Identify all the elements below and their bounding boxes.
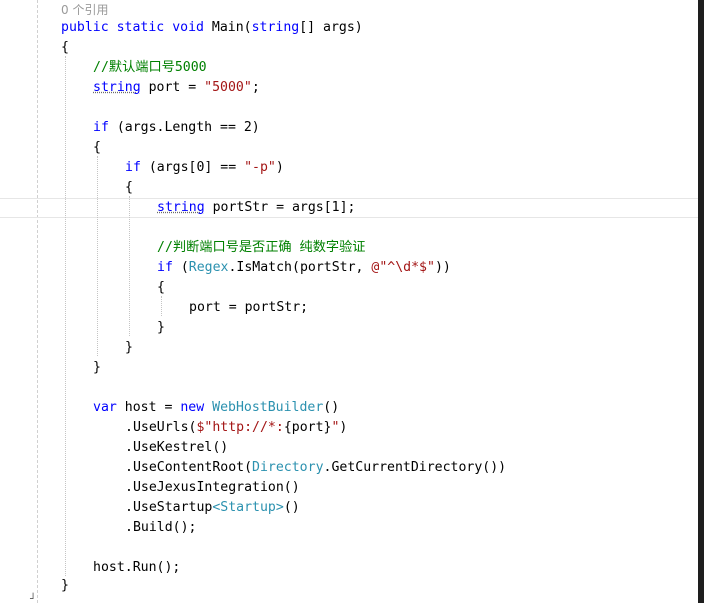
code-comment-check-port[interactable]: //判断端口号是否正确 纯数字验证	[157, 238, 365, 258]
code-text: (args[0] ==	[140, 160, 245, 175]
code-text: [] args)	[299, 20, 363, 35]
collapse-indicator-icon: ┘	[30, 594, 37, 605]
code-line-use-startup[interactable]: .UseStartup<Startup>()	[125, 498, 300, 518]
type-name: WebHostBuilder	[204, 400, 324, 415]
code-line-main-signature[interactable]: public static void Main(string[] args)	[61, 18, 363, 38]
code-line-close-brace-3[interactable]: }	[125, 338, 133, 358]
code-text: .UseContentRoot(	[125, 460, 253, 475]
indent-guide	[129, 196, 130, 336]
string-literal: "-p"	[244, 160, 276, 175]
code-line-close-brace-1[interactable]: }	[61, 576, 69, 596]
code-text: .GetCurrentDirectory())	[323, 460, 507, 475]
string-literal: "5000"	[204, 80, 252, 95]
code-line-open-brace-1[interactable]: {	[61, 38, 69, 58]
code-text: host =	[116, 400, 181, 415]
code-line-open-brace-3[interactable]: {	[125, 178, 133, 198]
code-line-build[interactable]: .Build();	[125, 518, 196, 538]
codelens-references[interactable]: 0 个引用	[61, 0, 108, 20]
method-name: Main(	[203, 20, 252, 35]
type-name: Regex	[188, 260, 229, 275]
code-line-use-urls[interactable]: .UseUrls($"http://*:{port}")	[125, 418, 347, 438]
editor-scrollbar[interactable]	[698, 0, 704, 603]
keyword: if	[125, 160, 141, 175]
code-line-host-run[interactable]: host.Run();	[93, 558, 180, 578]
code-line-close-brace-2[interactable]: }	[93, 358, 101, 378]
editor-margin-line	[37, 0, 38, 603]
code-line-if-args-p[interactable]: if (args[0] == "-p")	[125, 158, 284, 178]
code-text: (	[172, 260, 189, 275]
code-line-use-kestrel[interactable]: .UseKestrel()	[125, 438, 228, 458]
keyword: static	[116, 20, 165, 35]
code-text: .IsMatch(portStr,	[228, 260, 372, 275]
string-literal: $"http://*:	[196, 420, 284, 435]
code-comment-default-port[interactable]: //默认端口号5000	[93, 58, 207, 78]
code-line-close-brace-4[interactable]: }	[157, 318, 165, 338]
indent-guide	[161, 296, 162, 316]
code-line-if-regex[interactable]: if (Regex.IsMatch(portStr, @"^\d*$"))	[157, 258, 451, 278]
code-line-use-content-root[interactable]: .UseContentRoot(Directory.GetCurrentDire…	[125, 458, 506, 478]
keyword: if	[157, 260, 173, 275]
keyword: public	[61, 20, 109, 35]
code-text: ))	[434, 260, 451, 275]
keyword: string	[93, 80, 141, 95]
code-line-open-brace-4[interactable]: {	[157, 278, 165, 298]
code-line-port-assign[interactable]: port = portStr;	[189, 298, 308, 318]
keyword: string	[157, 200, 205, 215]
code-text: ()	[283, 500, 300, 515]
code-text: portStr = args[1];	[204, 200, 356, 215]
code-line-open-brace-2[interactable]: {	[93, 138, 101, 158]
code-text: ;	[251, 80, 260, 95]
code-text: ()	[323, 400, 340, 415]
keyword: if	[93, 120, 109, 135]
code-line-if-args-length[interactable]: if (args.Length == 2)	[93, 118, 260, 138]
code-text: .UseUrls(	[125, 420, 197, 435]
string-literal: @"^\d*$"	[371, 260, 435, 275]
type-name: Directory	[252, 460, 324, 475]
code-text: .UseStartup	[125, 500, 213, 515]
code-line-use-jexus[interactable]: .UseJexusIntegration()	[125, 478, 300, 498]
code-text: (args.Length == 2)	[108, 120, 260, 135]
code-line-portstr-decl[interactable]: string portStr = args[1];	[157, 198, 356, 218]
code-text: )	[339, 420, 348, 435]
type-name: <Startup>	[212, 500, 284, 515]
interpolation: {port}	[283, 420, 332, 435]
indent-guide	[65, 56, 66, 576]
indent-guide	[97, 156, 98, 356]
keyword: void	[172, 20, 204, 35]
code-text: port =	[140, 80, 205, 95]
keyword: var	[93, 400, 117, 415]
keyword: string	[251, 20, 300, 35]
code-line-host-decl[interactable]: var host = new WebHostBuilder()	[93, 398, 339, 418]
code-text: )	[275, 160, 284, 175]
code-line-port-decl[interactable]: string port = "5000";	[93, 78, 260, 98]
keyword: new	[180, 400, 205, 415]
